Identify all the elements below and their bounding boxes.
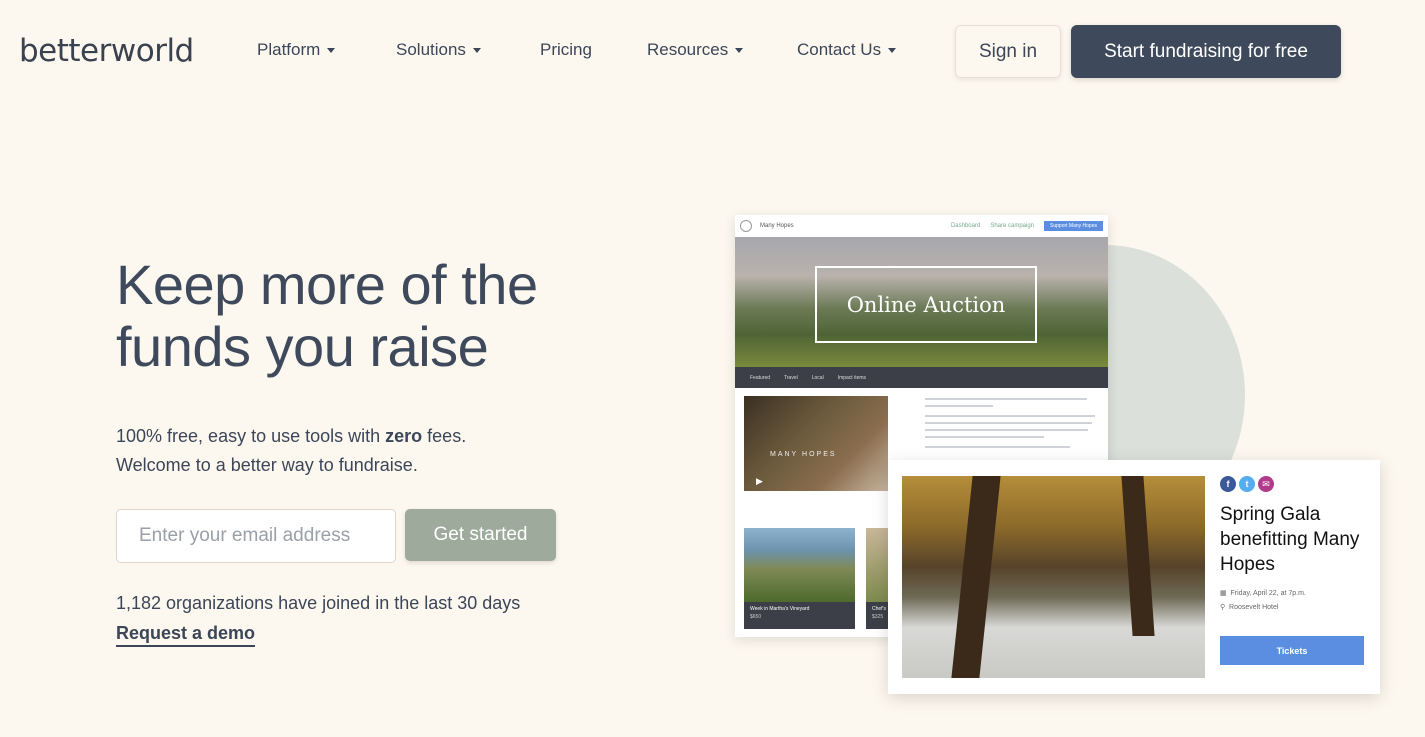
preview-support-button: Support Many Hopes	[1044, 221, 1103, 231]
chevron-down-icon	[735, 47, 744, 53]
hero-subtitle: 100% free, easy to use tools with zero f…	[116, 422, 636, 480]
email-icon: ✉	[1258, 476, 1274, 492]
preview-share-link: Share campaign	[990, 223, 1035, 229]
event-card-preview: f t ✉ Spring Gala benefitting Many Hopes…	[888, 460, 1380, 694]
sign-in-button[interactable]: Sign in	[955, 25, 1061, 78]
nav-contact[interactable]: Contact Us	[797, 40, 897, 60]
location-pin-icon: ⚲	[1220, 604, 1226, 611]
chevron-down-icon	[472, 47, 481, 53]
preview-header: Many Hopes Dashboard Share campaign Supp…	[735, 215, 1108, 237]
event-location: Roosevelt Hotel	[1229, 604, 1279, 611]
subtitle-part-2: fees.	[422, 426, 467, 446]
preview-header-links: Dashboard Share campaign Support Many Ho…	[951, 221, 1103, 231]
hero-headline: Keep more of the funds you raise	[116, 254, 636, 378]
event-title: Spring Gala benefitting Many Hopes	[1220, 504, 1360, 575]
preview-tabbar: Featured Travel Local Impact items	[735, 367, 1108, 388]
video-label: MANY HOPES	[770, 451, 837, 458]
chevron-down-icon	[888, 47, 897, 53]
request-demo-link[interactable]: Request a demo	[116, 623, 256, 647]
play-icon: ▶	[756, 476, 763, 486]
email-input[interactable]	[116, 509, 396, 563]
preview-video-thumbnail: MANY HOPES ▶	[744, 396, 888, 491]
facebook-icon: f	[1220, 476, 1236, 492]
event-date: Friday, April 22, at 7p.m.	[1230, 590, 1306, 597]
auction-item-price: $650	[750, 614, 762, 620]
auction-item-title: Week in Martha's Vineyard	[750, 606, 810, 612]
organizations-joined-text: 1,182 organizations have joined in the l…	[116, 593, 521, 613]
subtitle-part-1: 100% free, easy to use tools with	[116, 426, 386, 446]
preview-dashboard-link: Dashboard	[950, 223, 981, 229]
preview-org-name: Many Hopes	[760, 223, 794, 229]
calendar-icon: ▦	[1220, 590, 1227, 597]
tickets-button: Tickets	[1220, 636, 1364, 665]
nav-platform[interactable]: Platform	[257, 40, 336, 60]
nav-pricing[interactable]: Pricing	[540, 40, 592, 60]
event-details: ▦ Friday, April 22, at 7p.m. ⚲ Roosevelt…	[1220, 587, 1306, 615]
subtitle-bold: zero	[385, 426, 423, 446]
preview-tab: Impact items	[837, 374, 867, 381]
top-nav: betterworld Platform Solutions Pricing R…	[0, 0, 1425, 104]
nav-solutions-label: Solutions	[396, 40, 466, 59]
many-hopes-logo-icon	[740, 220, 752, 232]
banner-title: Online Auction	[815, 266, 1037, 343]
nav-resources-label: Resources	[647, 40, 729, 59]
auction-item-image	[744, 528, 855, 602]
gala-event-image	[902, 476, 1205, 678]
preview-description-lines	[925, 398, 1095, 453]
auction-item-card: Week in Martha's Vineyard $650	[744, 528, 855, 629]
nav-resources[interactable]: Resources	[647, 40, 744, 60]
nav-contact-label: Contact Us	[797, 40, 882, 59]
betterworld-logo[interactable]: betterworld	[19, 33, 194, 69]
headline-line-1: Keep more of the	[116, 253, 538, 316]
nav-solutions[interactable]: Solutions	[396, 40, 481, 60]
nav-platform-label: Platform	[257, 40, 321, 59]
subtitle-line-2: Welcome to a better way to fundraise.	[116, 455, 418, 475]
headline-line-2: funds you raise	[116, 315, 489, 378]
get-started-button[interactable]: Get started	[405, 509, 556, 561]
auction-banner-image: Online Auction	[735, 237, 1108, 367]
chevron-down-icon	[327, 47, 336, 53]
preview-tab: Travel	[784, 374, 798, 381]
preview-tab: Featured	[750, 374, 771, 381]
preview-tab: Local	[811, 374, 824, 381]
social-share-icons: f t ✉	[1220, 476, 1274, 492]
nav-pricing-label: Pricing	[540, 40, 592, 59]
twitter-icon: t	[1239, 476, 1255, 492]
start-fundraising-button[interactable]: Start fundraising for free	[1071, 25, 1341, 78]
